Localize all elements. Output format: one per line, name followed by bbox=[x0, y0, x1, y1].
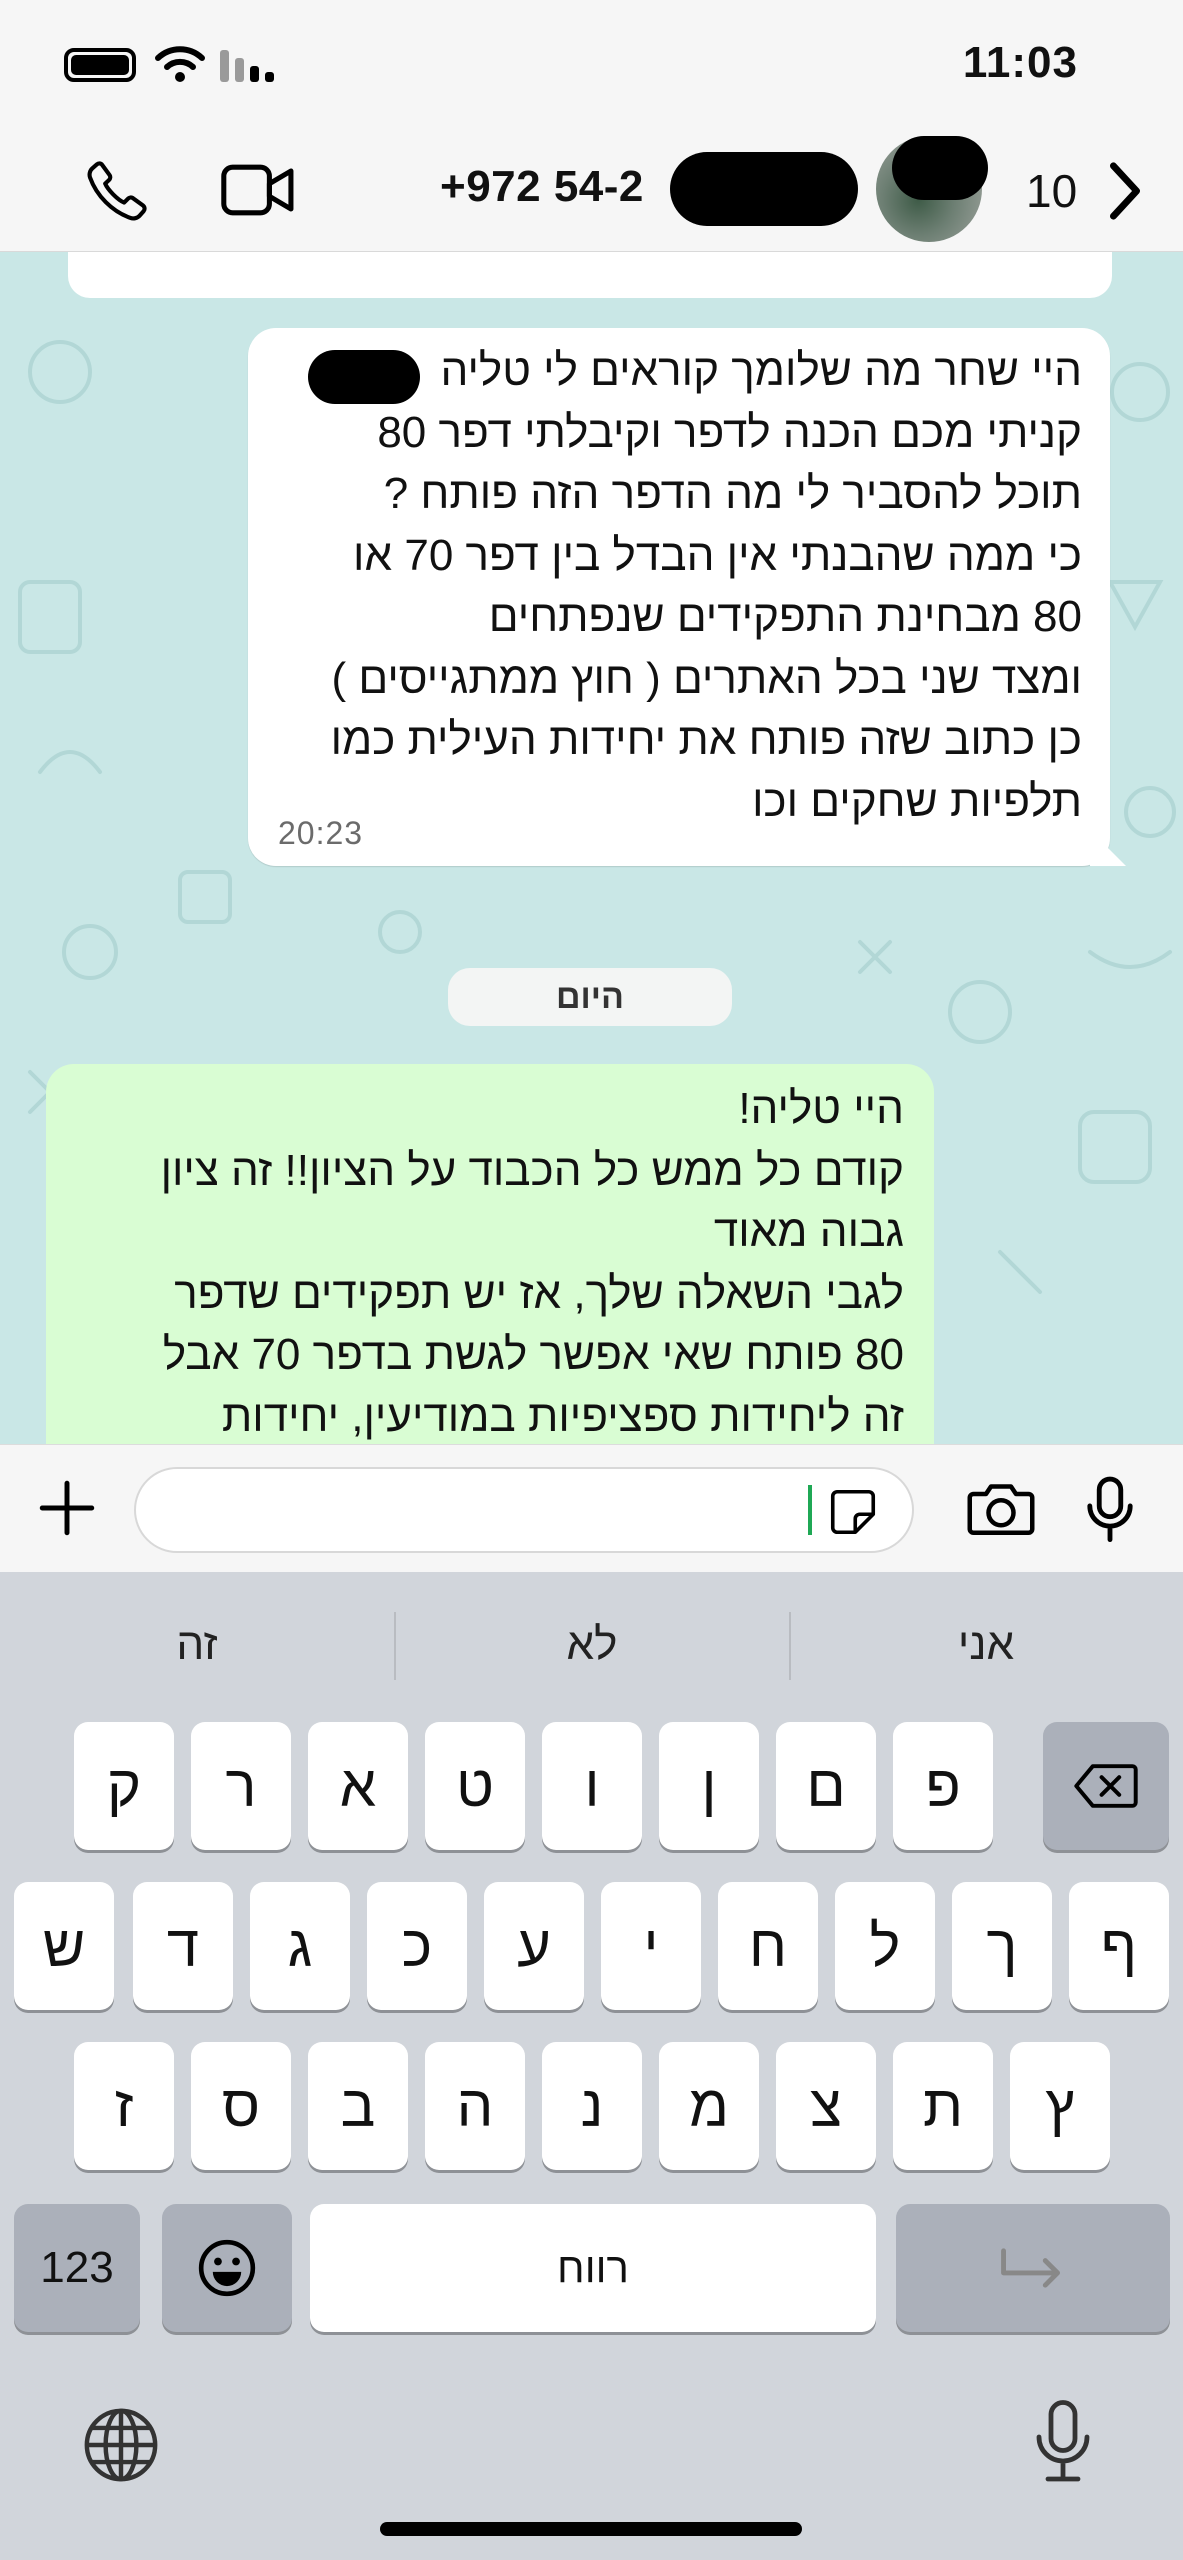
suggestion-bar: אני לא זה bbox=[0, 1608, 1183, 1682]
key[interactable]: ם bbox=[776, 1722, 876, 1850]
video-icon[interactable] bbox=[220, 160, 296, 220]
chat-header: +972 54-2 10 bbox=[0, 130, 1183, 252]
key[interactable]: ק bbox=[74, 1722, 174, 1850]
backspace-icon bbox=[1074, 1764, 1138, 1808]
unread-count[interactable]: 10 bbox=[1026, 164, 1077, 218]
message-input[interactable] bbox=[134, 1467, 914, 1553]
key[interactable]: פ bbox=[893, 1722, 993, 1850]
key[interactable]: ו bbox=[542, 1722, 642, 1850]
top-bar: 11:03 +972 54-2 10 bbox=[0, 0, 1183, 252]
key[interactable]: ף bbox=[1069, 1882, 1169, 2010]
microphone-icon[interactable] bbox=[1082, 1475, 1138, 1545]
home-indicator bbox=[380, 2522, 802, 2536]
key[interactable]: ג bbox=[250, 1882, 350, 2010]
return-icon bbox=[1001, 2248, 1060, 2288]
space-key[interactable]: רווח bbox=[310, 2204, 876, 2332]
key[interactable]: י bbox=[601, 1882, 701, 2010]
outgoing-message-text: היי טליה! קודם כל ממש כל הכבוד על הציון!… bbox=[160, 1084, 904, 1441]
key[interactable]: ץ bbox=[1010, 2042, 1110, 2170]
key[interactable]: ט bbox=[425, 1722, 525, 1850]
globe-icon[interactable] bbox=[80, 2404, 162, 2486]
key[interactable]: ה bbox=[425, 2042, 525, 2170]
keyboard: אני לא זה פ ם ן ו ט א ר ק ף ך ל ח י ע כ … bbox=[0, 1572, 1183, 2560]
chat-area[interactable]: היי שחר מה שלומך קוראים לי טליה קניתי מכ… bbox=[0, 252, 1183, 1444]
message-time: 20:23 bbox=[278, 815, 364, 851]
key[interactable]: ז bbox=[74, 2042, 174, 2170]
dictation-icon[interactable] bbox=[1032, 2398, 1094, 2488]
key[interactable]: ח bbox=[718, 1882, 818, 2010]
key[interactable]: ל bbox=[835, 1882, 935, 2010]
wifi-icon bbox=[155, 46, 205, 82]
key[interactable]: ב bbox=[308, 2042, 408, 2170]
key[interactable]: א bbox=[308, 1722, 408, 1850]
outgoing-message[interactable]: היי טליה! קודם כל ממש כל הכבוד על הציון!… bbox=[46, 1064, 934, 1444]
previous-message-bubble bbox=[68, 252, 1112, 298]
date-divider: היום bbox=[448, 968, 732, 1026]
camera-icon[interactable] bbox=[966, 1479, 1036, 1539]
key[interactable]: ן bbox=[659, 1722, 759, 1850]
contact-name[interactable]: +972 54-2 bbox=[440, 162, 644, 212]
key[interactable]: ד bbox=[133, 1882, 233, 2010]
key[interactable]: ס bbox=[191, 2042, 291, 2170]
plus-icon[interactable] bbox=[34, 1475, 100, 1541]
key[interactable]: ש bbox=[14, 1882, 114, 2010]
emoji-icon bbox=[198, 2239, 256, 2297]
backspace-key[interactable] bbox=[1043, 1722, 1169, 1850]
redaction-block bbox=[670, 152, 858, 226]
input-bar bbox=[0, 1444, 1183, 1572]
divider bbox=[789, 1612, 791, 1680]
key[interactable]: ת bbox=[893, 2042, 993, 2170]
cellular-signal-icon bbox=[220, 50, 274, 82]
chevron-right-icon[interactable] bbox=[1105, 160, 1145, 222]
redaction-block bbox=[308, 350, 420, 404]
text-cursor bbox=[808, 1485, 812, 1535]
suggestion-item[interactable]: לא bbox=[395, 1608, 789, 1682]
divider bbox=[394, 1612, 396, 1680]
phone-icon[interactable] bbox=[84, 158, 150, 224]
numbers-key[interactable]: 123 bbox=[14, 2204, 140, 2332]
sticker-icon[interactable] bbox=[826, 1485, 880, 1539]
suggestion-item[interactable]: זה bbox=[0, 1608, 394, 1682]
incoming-message[interactable]: היי שחר מה שלומך קוראים לי טליה קניתי מכ… bbox=[248, 328, 1110, 866]
status-time: 11:03 bbox=[962, 38, 1078, 87]
key[interactable]: נ bbox=[542, 2042, 642, 2170]
battery-icon bbox=[64, 48, 136, 82]
key[interactable]: ך bbox=[952, 1882, 1052, 2010]
redaction-block bbox=[892, 136, 988, 200]
key[interactable]: מ bbox=[659, 2042, 759, 2170]
key[interactable]: צ bbox=[776, 2042, 876, 2170]
suggestion-item[interactable]: אני bbox=[789, 1608, 1183, 1682]
emoji-key[interactable] bbox=[162, 2204, 292, 2332]
incoming-message-text: היי שחר מה שלומך קוראים לי טליה קניתי מכ… bbox=[330, 346, 1082, 826]
key[interactable]: כ bbox=[367, 1882, 467, 2010]
key[interactable]: ע bbox=[484, 1882, 584, 2010]
key[interactable]: ר bbox=[191, 1722, 291, 1850]
return-key[interactable] bbox=[896, 2204, 1170, 2332]
